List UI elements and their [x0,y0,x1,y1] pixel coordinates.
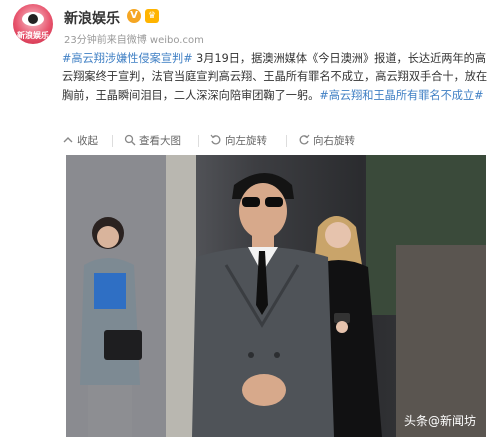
street-background [396,245,486,437]
verified-icon: V [127,9,141,23]
man-in-suit [192,173,334,437]
photo-scene [66,155,486,437]
rotate-right-icon [299,134,310,145]
toolbar-divider [286,135,287,147]
account-avatar[interactable]: 新浪娱乐 [13,4,53,44]
photo-watermark: 头条@新闻坊 [403,414,476,428]
vip-badge-icon: ♛ [145,9,159,23]
account-name[interactable]: 新浪娱乐 [64,8,120,28]
topic-link[interactable]: #高云翔和王晶所有罪名不成立# [319,89,483,102]
collapse-button[interactable]: 收起 [62,132,98,150]
rotate-left-button[interactable]: 向左旋转 [210,132,267,150]
rotate-right-button[interactable]: 向右旋转 [298,132,355,150]
collapse-label: 收起 [77,135,98,147]
post-meta: 23分钟前来自微博 weibo.com [64,35,204,46]
rotate-left-label: 向左旋转 [225,135,267,147]
avatar-text: 新浪娱乐 [17,31,49,40]
view-large-label: 查看大图 [139,135,181,147]
image-toolbar: 收起 查看大图 向左旋转 向右旋转 [62,132,482,150]
rotate-left-icon [210,134,221,145]
post-header: 新浪娱乐 新浪娱乐 V ♛ 23分钟前来自微博 weibo.com [0,0,500,48]
post-photo[interactable]: 头条@新闻坊 [66,155,486,437]
rotate-right-label: 向右旋转 [313,135,355,147]
toolbar-divider [112,135,113,147]
magnifier-icon [124,134,136,146]
toolbar-divider [198,135,199,147]
topic-link[interactable]: #高云翔涉嫌性侵案宣判# [62,52,193,65]
avatar-pupil [28,14,38,24]
view-large-button[interactable]: 查看大图 [124,132,181,150]
post-body: #高云翔涉嫌性侵案宣判# 3月19日，据澳洲媒体《今日澳洲》报道，长达近两年的高… [62,50,492,105]
stone-pillar [166,155,196,437]
collapse-icon [63,137,73,143]
